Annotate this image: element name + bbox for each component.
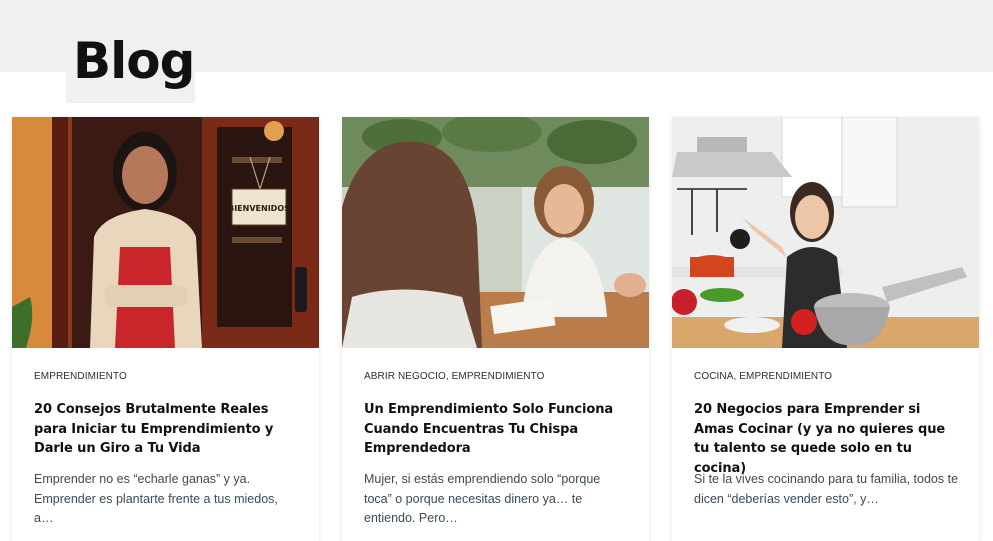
post-excerpt: Emprender no es “echarle ganas” y ya. Em… (34, 472, 278, 525)
post-excerpt: Mujer, si estás emprendiendo solo “porqu… (364, 472, 601, 525)
post-excerpt: Si te la vives cocinando para tu familia… (694, 472, 959, 506)
post-body: EMPRENDIMIENTO 20 Consejos Brutalmente R… (34, 371, 304, 459)
post-categories[interactable]: EMPRENDIMIENTO (34, 371, 304, 385)
post-title[interactable]: Un Emprendimiento Solo Funciona Cuando E… (364, 400, 634, 459)
blog-post-card[interactable]: BIENVENIDOS EMPRENDIMIENTO 20 Consejos B… (12, 117, 319, 541)
post-thumbnail[interactable]: BIENVENIDOS (12, 117, 319, 348)
post-categories[interactable]: ABRIR NEGOCIO, EMPRENDIMIENTO (364, 371, 634, 385)
post-thumbnail[interactable] (342, 117, 649, 348)
post-thumbnail[interactable] (672, 117, 979, 348)
post-categories[interactable]: COCINA, EMPRENDIMIENTO (694, 371, 964, 385)
blog-post-card[interactable]: COCINA, EMPRENDIMIENTO 20 Negocios para … (672, 117, 979, 541)
svg-text:BIENVENIDOS: BIENVENIDOS (228, 204, 290, 213)
post-title[interactable]: 20 Consejos Brutalmente Reales para Inic… (34, 400, 304, 459)
cafe-conversation-photo (342, 117, 649, 348)
post-title[interactable]: 20 Negocios para Emprender si Amas Cocin… (694, 400, 964, 478)
post-body: COCINA, EMPRENDIMIENTO 20 Negocios para … (694, 371, 964, 478)
shopkeeper-photo: BIENVENIDOS (12, 117, 319, 348)
page-title: Blog (66, 28, 195, 103)
post-body: ABRIR NEGOCIO, EMPRENDIMIENTO Un Emprend… (364, 371, 634, 459)
blog-post-card[interactable]: ABRIR NEGOCIO, EMPRENDIMIENTO Un Emprend… (342, 117, 649, 541)
kitchen-cooking-photo (672, 117, 979, 348)
